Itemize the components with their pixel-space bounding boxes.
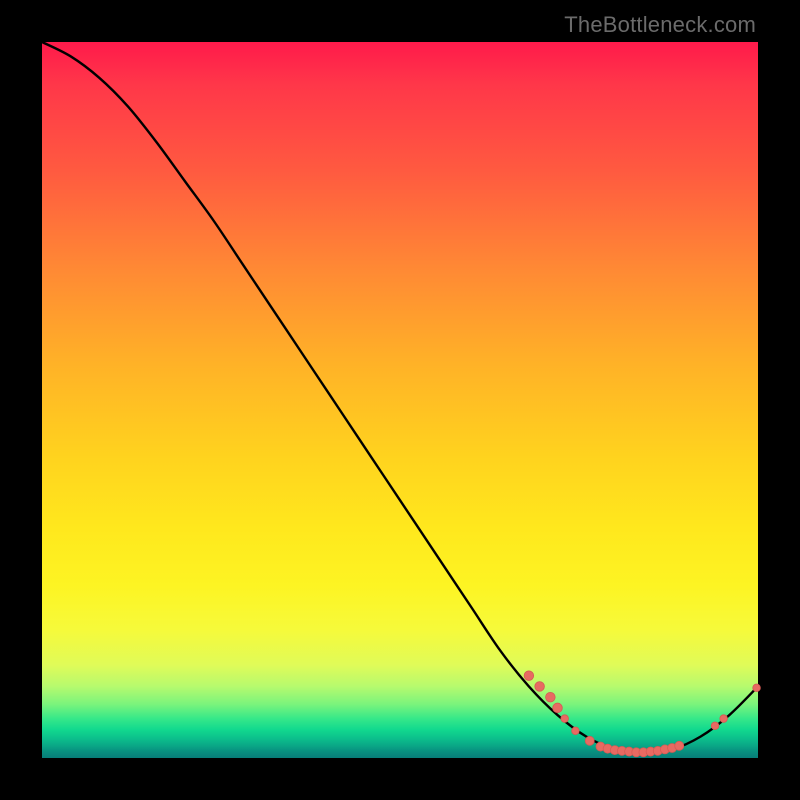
marker-group [524, 671, 760, 757]
curve-svg [42, 42, 758, 758]
bottleneck-curve [42, 42, 758, 753]
data-marker [720, 715, 728, 723]
data-marker [711, 722, 719, 730]
data-marker [535, 682, 545, 692]
data-marker [675, 741, 684, 750]
plot-area [42, 42, 758, 758]
data-marker [572, 727, 580, 735]
chart-stage: TheBottleneck.com [0, 0, 800, 800]
data-marker [585, 736, 594, 745]
data-marker [524, 671, 534, 681]
data-marker [553, 703, 563, 713]
data-marker [561, 715, 569, 723]
data-marker [753, 684, 761, 692]
watermark-text: TheBottleneck.com [564, 12, 756, 38]
data-marker [546, 692, 556, 702]
